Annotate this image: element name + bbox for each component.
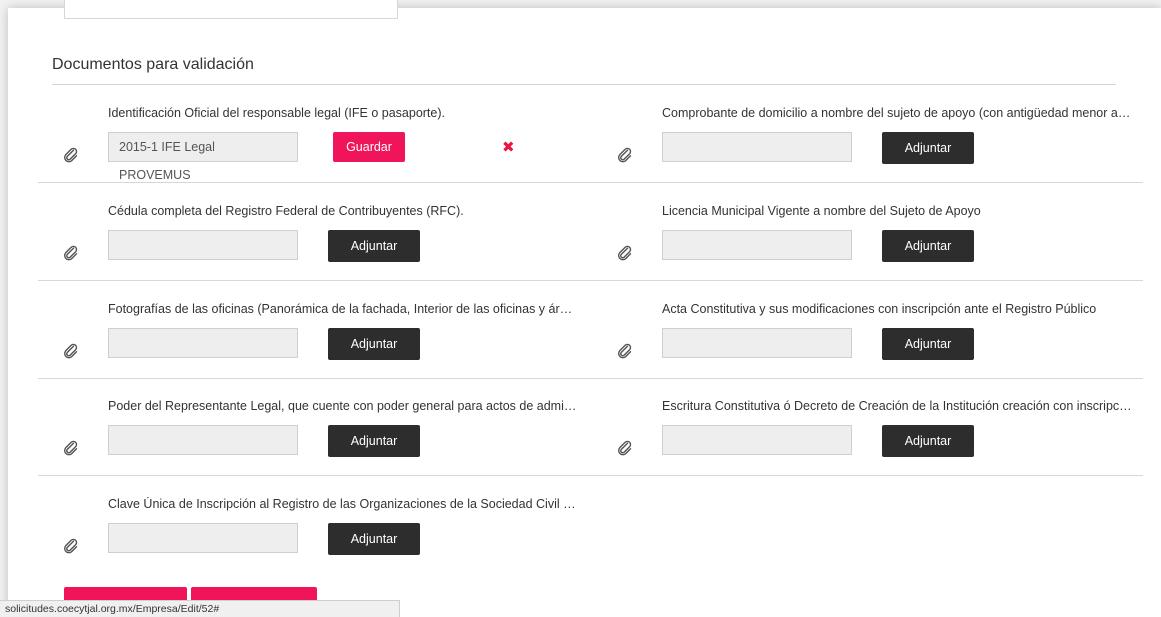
close-icon[interactable]: ✖ <box>502 140 515 155</box>
status-bar-url: solicitudes.coecytjal.org.mx/Empresa/Edi… <box>0 600 400 617</box>
attach-button[interactable]: Adjuntar <box>882 328 974 360</box>
document-item-licencia-municipal: Licencia Municipal Vigente a nombre del … <box>618 204 1142 284</box>
file-name-field[interactable] <box>662 425 852 455</box>
file-name-field[interactable] <box>108 328 298 358</box>
document-label: Comprobante de domicilio a nombre del su… <box>662 106 1132 120</box>
paperclip-icon[interactable] <box>617 343 633 359</box>
document-label: Cédula completa del Registro Federal de … <box>108 204 464 218</box>
paperclip-icon[interactable] <box>63 245 79 261</box>
document-item-ife: Identificación Oficial del responsable l… <box>64 106 588 186</box>
attach-button[interactable]: Adjuntar <box>882 132 974 164</box>
document-item-cluni: Clave Única de Inscripción al Registro d… <box>64 497 588 577</box>
document-label: Clave Única de Inscripción al Registro d… <box>108 497 578 511</box>
file-name-field[interactable]: 2015-1 IFE Legal PROVEMUS <box>108 132 298 182</box>
document-item-acta-constitutiva: Acta Constitutiva y sus modificaciones c… <box>618 302 1142 382</box>
attach-button[interactable]: Adjuntar <box>328 328 420 360</box>
file-name-field[interactable] <box>662 132 852 162</box>
document-item-comprobante-domicilio: Comprobante de domicilio a nombre del su… <box>618 106 1142 186</box>
document-label: Poder del Representante Legal, que cuent… <box>108 399 578 413</box>
paperclip-icon[interactable] <box>63 343 79 359</box>
paperclip-icon[interactable] <box>63 147 79 163</box>
document-item-poder-representante: Poder del Representante Legal, que cuent… <box>64 399 588 479</box>
attach-button[interactable]: Adjuntar <box>328 425 420 457</box>
document-label: Escritura Constitutiva ó Decreto de Crea… <box>662 399 1132 413</box>
document-label: Licencia Municipal Vigente a nombre del … <box>662 204 981 218</box>
document-item-escritura-constitutiva: Escritura Constitutiva ó Decreto de Crea… <box>618 399 1142 479</box>
document-item-rfc: Cédula completa del Registro Federal de … <box>64 204 588 284</box>
file-name-field[interactable] <box>108 230 298 260</box>
file-name-field[interactable] <box>662 230 852 260</box>
section-title: Documentos para validación <box>52 56 254 73</box>
paperclip-icon[interactable] <box>617 245 633 261</box>
paperclip-icon[interactable] <box>63 538 79 554</box>
save-button[interactable]: Guardar <box>333 132 405 162</box>
attach-button[interactable]: Adjuntar <box>328 230 420 262</box>
document-label: Identificación Oficial del responsable l… <box>108 106 445 120</box>
attach-button[interactable]: Adjuntar <box>328 523 420 555</box>
paperclip-icon[interactable] <box>617 147 633 163</box>
paperclip-icon[interactable] <box>63 440 79 456</box>
document-label: Acta Constitutiva y sus modificaciones c… <box>662 302 1097 316</box>
paperclip-icon[interactable] <box>617 440 633 456</box>
file-name-field[interactable] <box>662 328 852 358</box>
previous-field-input[interactable] <box>64 0 398 19</box>
section-divider <box>52 84 1116 85</box>
file-name-field[interactable] <box>108 523 298 553</box>
document-label: Fotografías de las oficinas (Panorámica … <box>108 302 578 316</box>
attach-button[interactable]: Adjuntar <box>882 230 974 262</box>
file-name-field[interactable] <box>108 425 298 455</box>
document-item-fotografias: Fotografías de las oficinas (Panorámica … <box>64 302 588 382</box>
attach-button[interactable]: Adjuntar <box>882 425 974 457</box>
